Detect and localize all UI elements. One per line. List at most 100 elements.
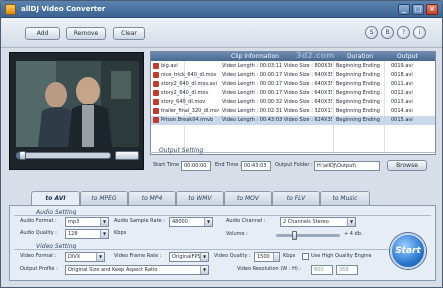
- tab-to-flv[interactable]: to FLV: [272, 191, 320, 205]
- high-quality-checkbox[interactable]: [302, 253, 309, 260]
- video-resolution-label: Video Resolution (W : H) :: [237, 266, 302, 272]
- clip-information: Video Length : 00:00:17 Video Size : 640…: [222, 90, 332, 96]
- minimize-button[interactable]: _: [398, 4, 410, 15]
- tab-to-wmv[interactable]: to WMV: [176, 191, 224, 205]
- duration: Beginning Ending: [336, 117, 380, 123]
- file-name: story2_640_dl.mov.avi: [161, 81, 218, 87]
- info-icon[interactable]: i: [413, 26, 426, 39]
- tab-to-music[interactable]: to Music: [320, 191, 370, 205]
- video-frame: [16, 61, 139, 147]
- watermark-text: 3d2.com: [296, 51, 335, 60]
- video-frame-rate-select[interactable]: OriginalFPS ▼: [169, 252, 209, 262]
- settings-icon[interactable]: S: [365, 26, 378, 39]
- file-name: nice_trick_640_dl.mov: [161, 72, 217, 78]
- audio-divider: [14, 215, 431, 216]
- video-quality-unit: Kbps: [283, 253, 296, 259]
- tab-to-avi[interactable]: to AVI: [31, 191, 80, 206]
- video-file-icon: [153, 117, 159, 123]
- audio-format-select[interactable]: mp3 ▼: [65, 217, 109, 227]
- end-time-input[interactable]: 00:43:03: [241, 161, 271, 171]
- audio-channel-select[interactable]: 2 Channels Stereo ▼: [280, 217, 356, 227]
- video-quality-value: 1500: [257, 254, 270, 260]
- table-row[interactable]: nice_trick_640_dl.mov Video Length : 00:0…: [151, 71, 435, 80]
- buy-icon[interactable]: B: [381, 26, 394, 39]
- file-name: story_640_dl.mov: [161, 99, 206, 105]
- duration: Beginning Ending: [336, 90, 380, 96]
- file-name: big.avi: [161, 63, 178, 69]
- clear-button[interactable]: Clear: [113, 27, 145, 40]
- video-file-icon: [153, 90, 159, 96]
- video-file-icon: [153, 99, 159, 105]
- output-folder-input[interactable]: H:\allDJ\Output\: [314, 161, 380, 171]
- start-time-input[interactable]: 00:00:00: [181, 161, 211, 171]
- format-tabs: to AVI to MPEG to MP4 to WMV to MOV to F…: [1, 191, 442, 206]
- remove-button[interactable]: Remove: [66, 27, 106, 40]
- video-quality-input[interactable]: 1500: [254, 252, 280, 262]
- clip-information: Video Length : 00:00:17 Video Size : 640…: [222, 72, 332, 78]
- maximize-button[interactable]: □: [412, 4, 424, 15]
- video-divider: [14, 249, 394, 250]
- table-row[interactable]: big.avi Video Length : 00:03:11 Video Siz…: [151, 62, 435, 71]
- resolution-width-input[interactable]: 800: [311, 265, 333, 275]
- audio-sample-rate-value: 48000: [172, 219, 188, 225]
- video-format-label: Video Format :: [20, 253, 57, 259]
- stepper-icon[interactable]: [273, 253, 279, 261]
- seek-handle[interactable]: [19, 151, 26, 160]
- start-time-label: Start Time :: [153, 162, 183, 168]
- chevron-down-icon: ▼: [347, 218, 355, 226]
- resolution-height-input[interactable]: 368: [336, 265, 358, 275]
- help-icon[interactable]: ?: [397, 26, 410, 39]
- audio-quality-select[interactable]: 128 ▼: [65, 229, 109, 239]
- duration: Beginning Ending: [336, 99, 380, 105]
- title-bar: allDJ Video Converter _ □ ×: [1, 1, 442, 18]
- video-frame-rate-label: Video Frame Rate :: [114, 253, 162, 259]
- start-button[interactable]: Start: [390, 233, 426, 269]
- video-file-icon: [153, 72, 159, 78]
- app-logo-icon: [5, 4, 16, 15]
- video-format-select[interactable]: DIVX ▼: [65, 252, 105, 262]
- chevron-down-icon: ▼: [96, 253, 104, 261]
- duration: Beginning Ending: [336, 108, 380, 114]
- output-file: 0013.avi: [391, 99, 413, 105]
- output-profile-select[interactable]: Original Size and Keep Aspect Ratio ▼: [65, 265, 209, 275]
- chevron-down-icon: ▼: [200, 266, 208, 274]
- settings-panel: Audio Setting Audio Format : mp3 ▼ Audio …: [9, 205, 436, 281]
- volume-slider[interactable]: [276, 231, 340, 240]
- audio-sample-rate-select[interactable]: 48000 ▼: [169, 217, 213, 227]
- window-title: allDJ Video Converter: [21, 5, 106, 13]
- output-file: 0011.avi: [391, 81, 413, 87]
- video-frame-image: [16, 61, 139, 147]
- tab-to-mov[interactable]: to MOV: [224, 191, 272, 205]
- table-row[interactable]: story2_640_dl.mov.avi Video Length : 00:0…: [151, 80, 435, 89]
- tab-to-mp4[interactable]: to MP4: [128, 191, 176, 205]
- clip-information: Video Length : 00:00:32 Video Size : 640…: [222, 99, 332, 105]
- video-quality-label: Video Quality :: [214, 253, 251, 259]
- volume-slider-handle[interactable]: [292, 231, 297, 240]
- file-name: trailer_final_320_dl.mov: [161, 108, 219, 114]
- video-file-icon: [153, 108, 159, 114]
- seek-bar[interactable]: [16, 151, 111, 160]
- column-duration[interactable]: Duration: [347, 52, 373, 61]
- chevron-down-icon: ▼: [204, 218, 212, 226]
- video-frame-rate-value: OriginalFPS: [172, 254, 201, 260]
- output-profile-label: Output Profile :: [20, 266, 58, 272]
- close-button[interactable]: ×: [426, 4, 438, 15]
- file-name: Prison.Break04.rmvb: [161, 117, 214, 123]
- video-format-value: DIVX: [68, 254, 81, 260]
- table-row[interactable]: trailer_final_320_dl.mov Video Length : 0…: [151, 107, 435, 116]
- output-profile-value: Original Size and Keep Aspect Ratio: [68, 267, 158, 273]
- tab-to-mpeg[interactable]: to MPEG: [80, 191, 128, 205]
- clip-information: Video Length : 00:03:11 Video Size : 800…: [222, 63, 332, 69]
- browse-button[interactable]: Browse: [387, 160, 427, 171]
- table-row[interactable]: story_640_dl.mov Video Length : 00:00:32 …: [151, 98, 435, 107]
- play-button[interactable]: [115, 151, 139, 160]
- column-output[interactable]: Output: [397, 52, 418, 61]
- output-folder-label: Output Folder :: [275, 162, 313, 168]
- column-clip-information[interactable]: Clip Information: [231, 52, 279, 61]
- volume-value: + 4 db.: [344, 231, 363, 237]
- chevron-down-icon: ▼: [200, 253, 208, 261]
- table-row[interactable]: story2_640_dl.mov Video Length : 00:00:17…: [151, 89, 435, 98]
- video-file-icon: [153, 63, 159, 69]
- add-button[interactable]: Add: [25, 27, 60, 40]
- table-row[interactable]: Prison.Break04.rmvb Video Length : 00:43:…: [151, 116, 435, 125]
